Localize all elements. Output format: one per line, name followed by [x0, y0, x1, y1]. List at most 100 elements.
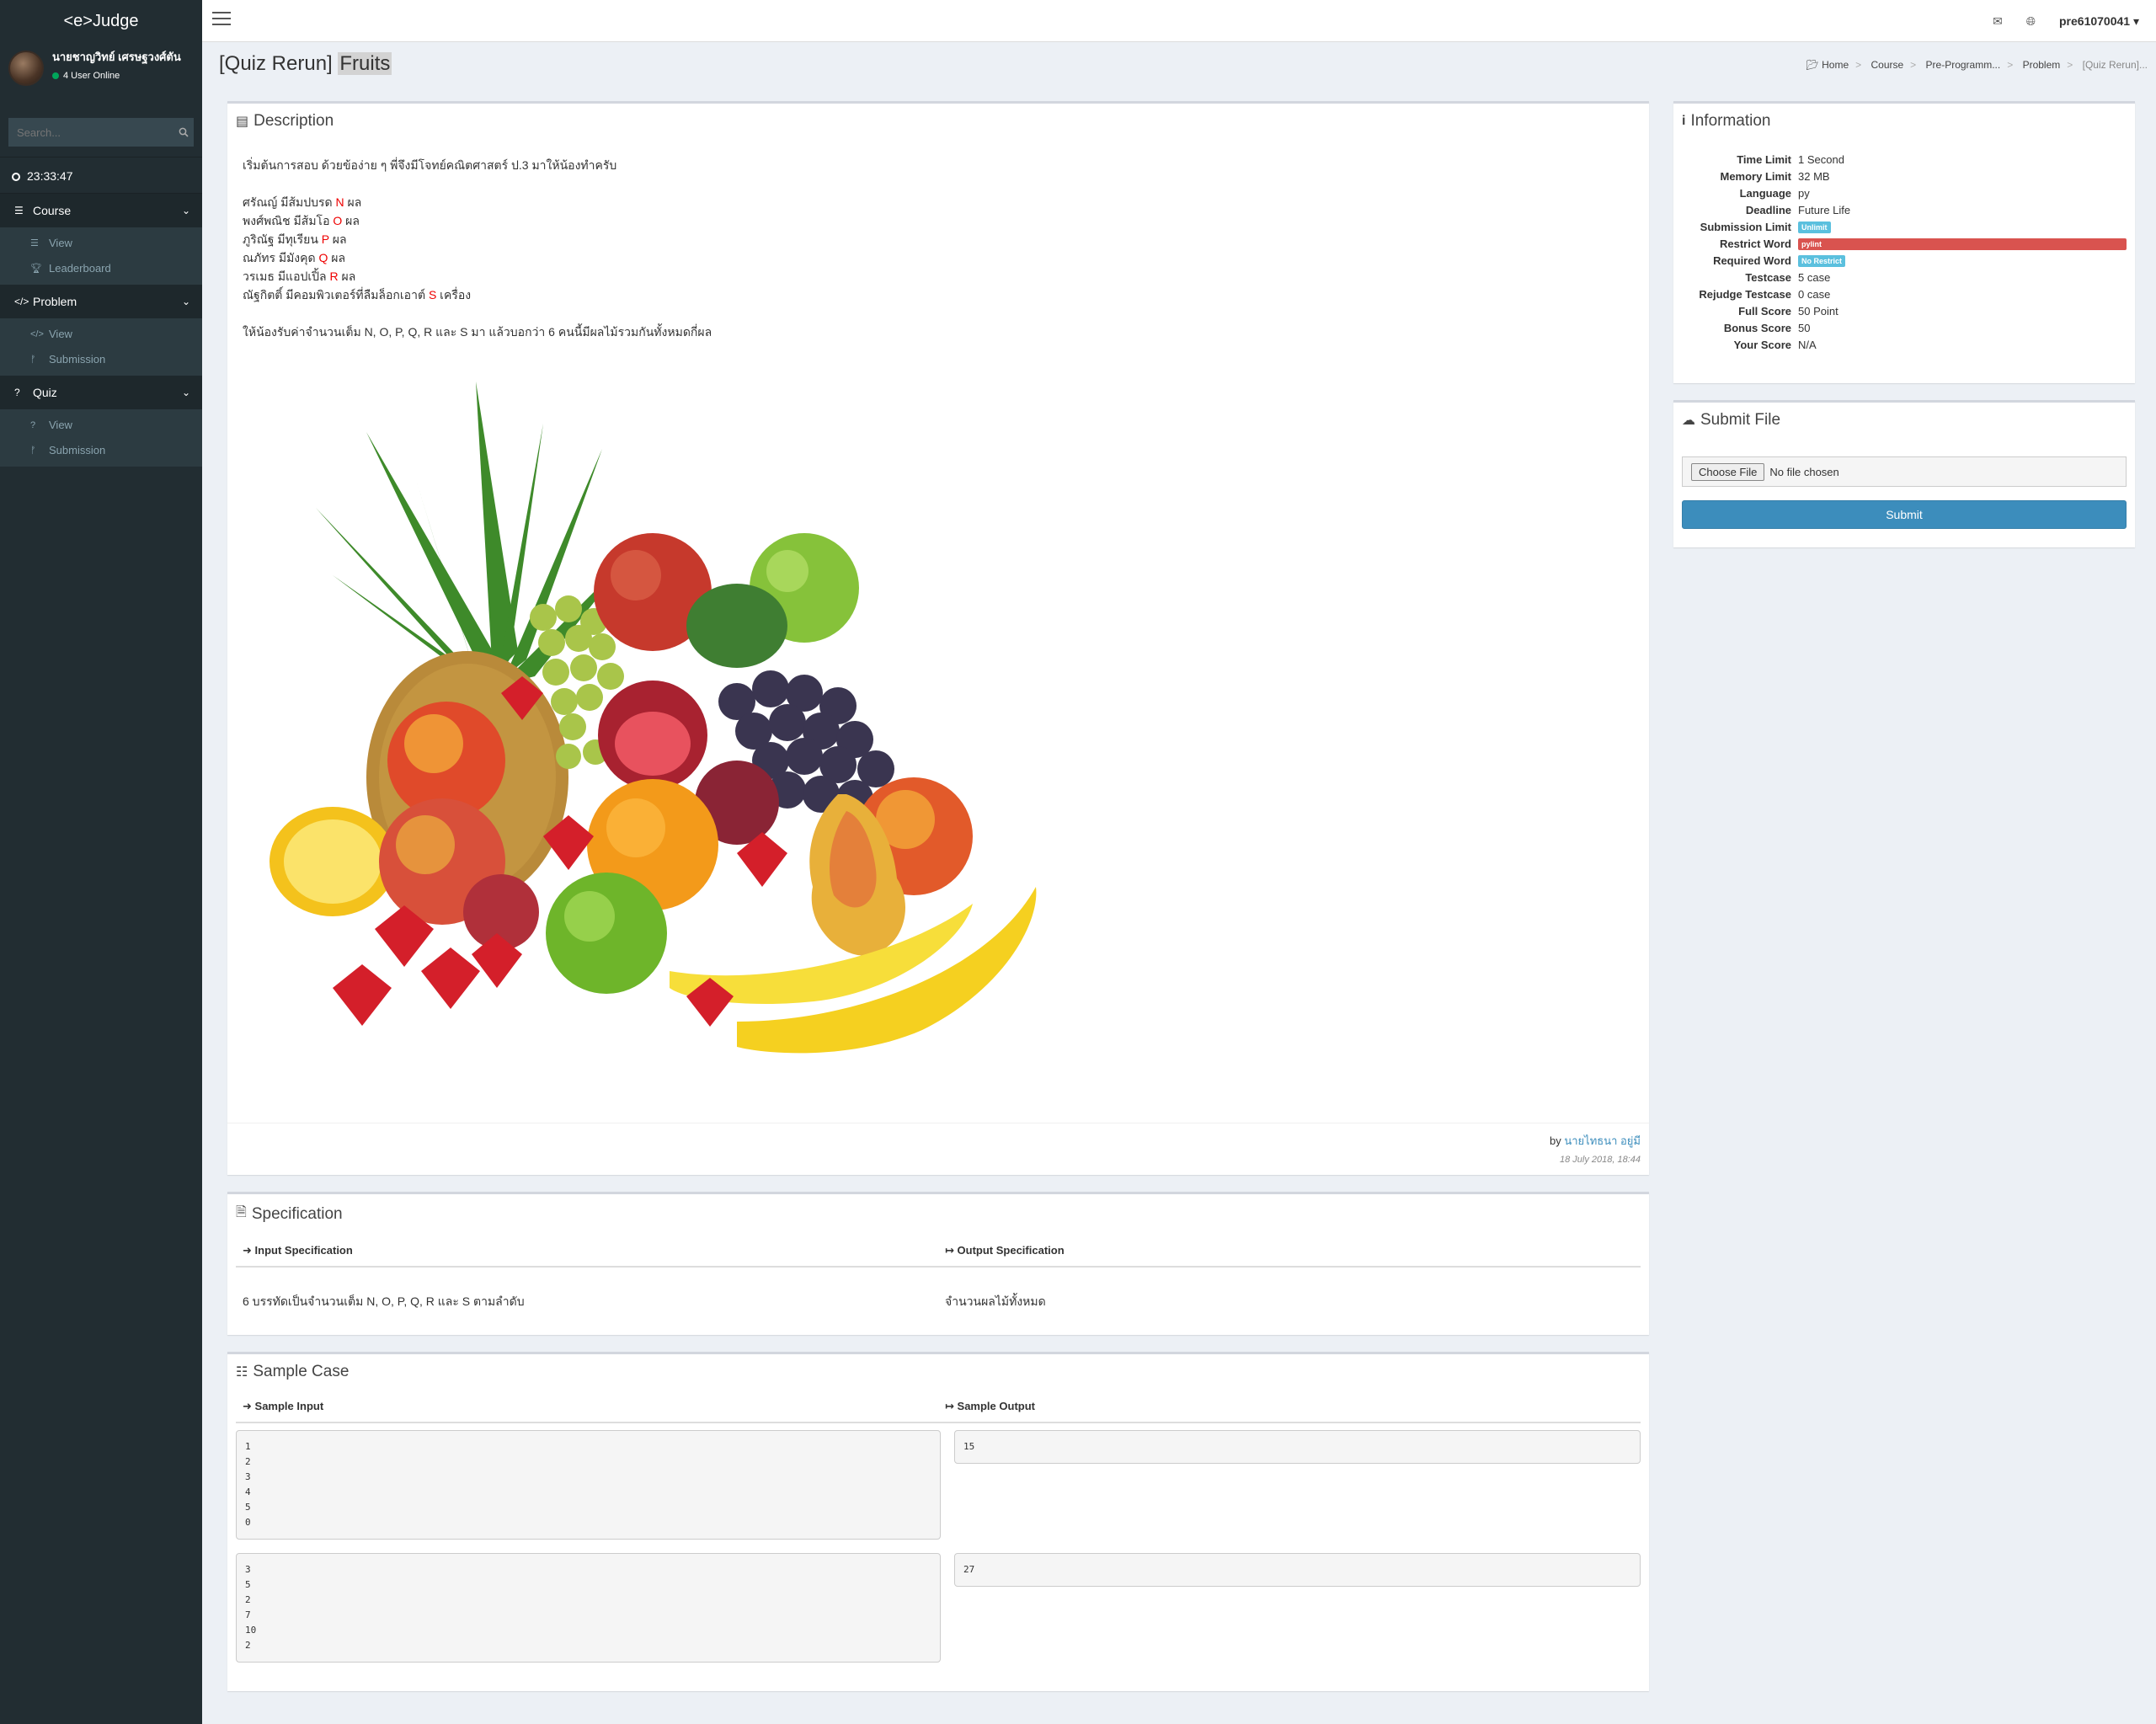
user-menu[interactable]: pre61070041 ▾: [2059, 14, 2139, 29]
globe-icon[interactable]: 🌐︎: [2026, 14, 2036, 29]
info-row: Your Score N/A: [1733, 338, 1817, 351]
search-icon[interactable]: [173, 118, 194, 147]
code-icon: </>: [30, 329, 44, 339]
submit-file-title-text: Submit File: [1700, 411, 1781, 429]
problem-submission-link[interactable]: ᚠ Submission: [0, 347, 202, 372]
submit-file-box: ☁ Submit File Choose File No file chosen…: [1673, 400, 2135, 547]
sample-output-block[interactable]: 27: [954, 1553, 1641, 1587]
cloud-upload-icon: ☁: [1682, 414, 1695, 428]
sample-case-box: ☷ Sample Case ➜ Sample Input ↦ Sample Ou…: [227, 1352, 1649, 1691]
info-row: Submission Limit Unlimit: [1682, 218, 2127, 235]
sample-case-title: ☷ Sample Case: [227, 1354, 1649, 1390]
choose-file-button[interactable]: Choose File: [1691, 462, 1765, 481]
sidebar: <e>Judge นายชาญวิทย์ เศรษฐวงศ์ตัน 4 User…: [0, 0, 202, 1724]
breadcrumb-course[interactable]: Course: [1870, 59, 1903, 71]
course-leaderboard-label: Leaderboard: [49, 262, 111, 275]
input-spec-text: 6 บรรทัดเป็นจำนวนเต็ม N, O, P, Q, R และ …: [243, 1294, 525, 1308]
info-row: Language py: [1739, 186, 1810, 200]
description-body: เริ่มต้นการสอบ ด้วยข้อง่าย ๆ พี่จึงมีโจท…: [227, 139, 1649, 358]
menu-toggle-icon[interactable]: [212, 12, 231, 27]
information-title-text: Information: [1690, 112, 1771, 130]
chevron-down-icon: ⌄: [181, 205, 190, 216]
information-title: i Information: [1673, 104, 2135, 139]
course-leaderboard-link[interactable]: 🏆︎ Leaderboard: [0, 256, 202, 281]
branch-icon: ᚠ: [30, 355, 36, 365]
menu-problem-label: Problem: [33, 295, 77, 308]
breadcrumb-problem[interactable]: Problem: [2023, 59, 2061, 71]
description-title-text: Description: [253, 112, 334, 130]
question-icon: ?: [30, 420, 36, 430]
description-line: วรเมธ มีแอปเปิ้ล R ผล: [243, 270, 356, 283]
description-line: ภูริณัฐ มีทุเรียน P ผล: [243, 232, 347, 246]
quiz-view-link[interactable]: ? View: [0, 413, 202, 438]
code-icon: </>: [14, 296, 29, 307]
folder-icon: 📂︎: [1806, 59, 1819, 71]
info-icon: i: [1682, 114, 1686, 128]
sample-input-block[interactable]: 1 2 3 4 5 0: [236, 1430, 941, 1540]
breadcrumb-course-name[interactable]: Pre-Programm...: [1926, 59, 2001, 71]
list-ol-icon: ☷: [236, 1365, 248, 1380]
output-spec-label: Output Specification: [957, 1244, 1065, 1257]
sample-output-label: Sample Output: [957, 1400, 1035, 1412]
trophy-icon: 🏆︎: [30, 264, 42, 274]
chevron-down-icon: ⌄: [181, 387, 190, 398]
description-line: ศรัณญ์ มีส้มปบรด N ผล: [243, 195, 362, 209]
file-input[interactable]: Choose File No file chosen: [1682, 456, 2127, 487]
sample-case-title-text: Sample Case: [253, 1363, 350, 1380]
output-spec-text: จำนวนผลไม้ทั้งหมด: [945, 1294, 1046, 1308]
status-badge: Unlimit: [1798, 222, 1831, 233]
input-spec-header: ➜ Input Specification: [236, 1234, 938, 1268]
sign-out-icon: ↦: [945, 1244, 954, 1257]
specification-box: 🗎︎ Specification ➜ Input Specification 6…: [227, 1192, 1649, 1335]
info-row: Restrict Word pylint: [1682, 235, 2127, 252]
sample-input-block[interactable]: 3 5 2 7 10 2: [236, 1553, 941, 1663]
breadcrumb-home[interactable]: Home: [1822, 59, 1849, 71]
status-badge: No Restrict: [1798, 255, 1846, 267]
envelope-icon[interactable]: ✉: [1993, 14, 2003, 29]
author-link[interactable]: นายไทธนา อยู่มี: [1564, 1134, 1641, 1147]
list-alt-icon: ▤: [236, 115, 249, 129]
quiz-submission-label: Submission: [49, 444, 106, 456]
post-date: 18 July 2018, 18:44: [1559, 1155, 1641, 1165]
question-icon: ?: [14, 387, 20, 398]
avatar: [8, 51, 44, 86]
description-line: ณัฐกิตติ์ มีคอมพิวเตอร์ที่ลืมล็อกเอาต์ S…: [243, 288, 472, 302]
output-spec-header: ↦ Output Specification: [938, 1234, 1641, 1268]
content-header: [Quiz Rerun] Fruits 📂︎ Home > Course > Pre…: [219, 51, 2148, 84]
menu-course-label: Course: [33, 204, 72, 217]
info-row: Testcase 5 case: [1745, 270, 1831, 284]
info-row: Required Word No Restrict: [1682, 252, 2127, 269]
breadcrumb: 📂︎ Home > Course > Pre-Programm... > Proble…: [1806, 59, 2148, 71]
menu-course[interactable]: ☰ Course ⌄: [0, 194, 202, 227]
description-intro: เริ่มต้นการสอบ ด้วยข้อง่าย ๆ พี่จึงมีโจท…: [243, 158, 617, 172]
info-row: Rejudge Testcase 0 case: [1699, 287, 1831, 301]
info-row: Memory Limit 32 MB: [1720, 169, 1830, 183]
description-title: ▤ Description: [227, 104, 1649, 139]
menu-quiz[interactable]: ? Quiz ⌄: [0, 376, 202, 409]
course-view-link[interactable]: ☰ View: [0, 231, 202, 256]
menu-problem[interactable]: </> Problem ⌄: [0, 285, 202, 318]
info-row: Deadline Future Life: [1745, 203, 1851, 216]
sample-output-block[interactable]: 15: [954, 1430, 1641, 1464]
status-badge: pylint: [1798, 238, 2127, 250]
author-by: by: [1550, 1134, 1561, 1147]
clock: 23:33:47: [0, 157, 202, 194]
online-status: 4 User Online: [52, 69, 181, 83]
app-logo[interactable]: <e>Judge: [0, 0, 202, 42]
course-view-label: View: [49, 237, 72, 249]
online-count: 4 User Online: [63, 71, 120, 81]
search-input[interactable]: [8, 118, 173, 147]
quiz-view-label: View: [49, 419, 72, 431]
quiz-submission-link[interactable]: ᚠ Submission: [0, 438, 202, 463]
sidebar-search: [8, 118, 194, 147]
sign-in-icon: ➜: [243, 1400, 252, 1412]
sample-input-label: Sample Input: [254, 1400, 324, 1412]
problem-view-link[interactable]: </> View: [0, 322, 202, 347]
sign-out-icon: ↦: [945, 1400, 954, 1412]
file-name-label: No file chosen: [1769, 465, 1839, 478]
problem-view-label: View: [49, 328, 72, 340]
sign-in-icon: ➜: [243, 1244, 252, 1257]
page-title-name: Fruits: [338, 52, 392, 75]
submit-button[interactable]: Submit: [1682, 500, 2127, 529]
info-row: Bonus Score 50: [1723, 321, 1811, 334]
